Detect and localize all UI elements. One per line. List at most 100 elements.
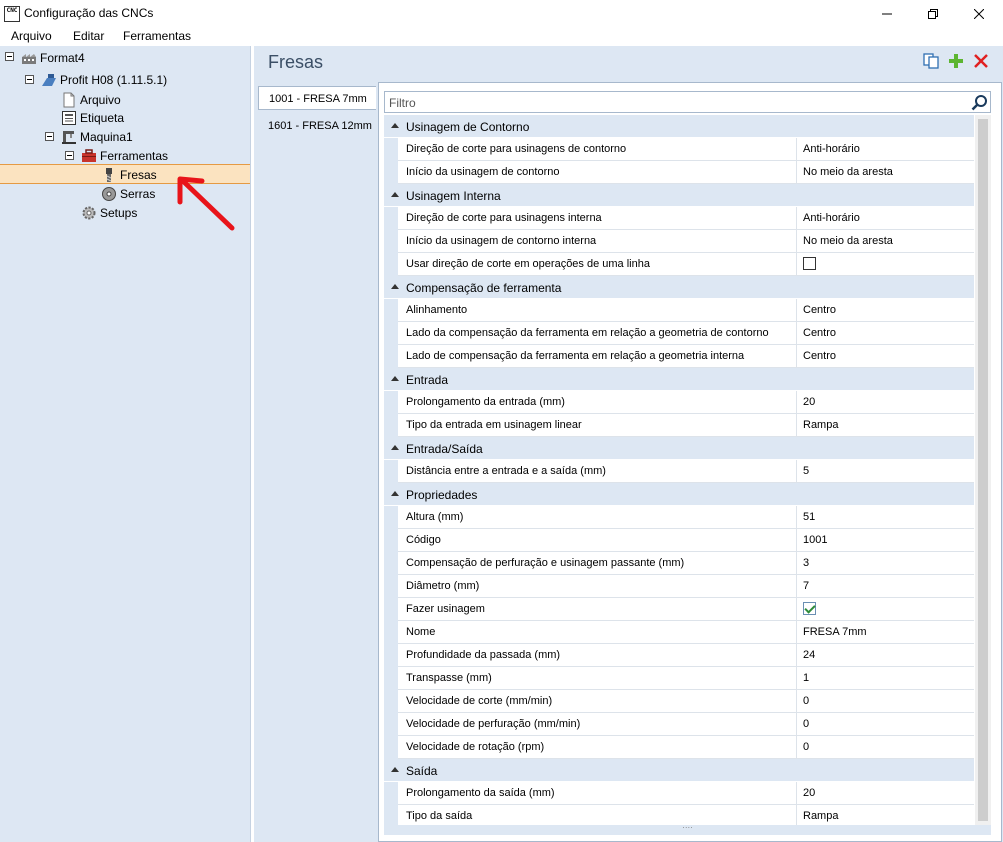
tree-collapse-toggle[interactable] xyxy=(65,151,74,160)
property-row[interactable]: Profundidade da passada (mm) 24 xyxy=(384,644,974,667)
property-value[interactable]: FRESA 7mm xyxy=(796,621,974,643)
category-row[interactable]: Propriedades xyxy=(384,483,974,506)
property-value[interactable]: 7 xyxy=(796,575,974,597)
property-value[interactable]: Centro xyxy=(796,322,974,344)
property-row[interactable]: Nome FRESA 7mm xyxy=(384,621,974,644)
property-row[interactable]: Início da usinagem de contorno interna No… xyxy=(384,230,974,253)
property-row[interactable]: Fazer usinagem xyxy=(384,598,974,621)
property-grid: Usinagem de Contorno Direção de corte par… xyxy=(384,115,974,828)
tree-item-profit[interactable]: Profit H08 (1.11.5.1) xyxy=(41,70,167,89)
property-checkbox[interactable] xyxy=(803,257,816,270)
property-row[interactable]: Distância entre a entrada e a saída (mm)… xyxy=(384,460,974,483)
list-item[interactable]: 1601 - FRESA 12mm xyxy=(258,114,376,138)
restore-button[interactable] xyxy=(910,0,956,27)
property-row[interactable]: Alinhamento Centro xyxy=(384,299,974,322)
property-row[interactable]: Direção de corte para usinagens interna A… xyxy=(384,207,974,230)
property-value[interactable]: 51 xyxy=(796,506,974,528)
property-value[interactable]: 20 xyxy=(796,391,974,413)
tree-item-ferramentas[interactable]: Ferramentas xyxy=(81,146,168,165)
tree-item-format4[interactable]: Format4 xyxy=(21,48,85,67)
tree-collapse-toggle[interactable] xyxy=(25,75,34,84)
category-row[interactable]: Compensação de ferramenta xyxy=(384,276,974,299)
property-row[interactable]: Lado de compensação da ferramenta em rel… xyxy=(384,345,974,368)
property-value[interactable] xyxy=(796,598,974,620)
chevron-up-icon[interactable] xyxy=(391,192,399,197)
category-label: Compensação de ferramenta xyxy=(406,281,562,295)
filter-input[interactable]: Filtro xyxy=(384,91,991,113)
splitter-handle[interactable]: ···· xyxy=(384,824,991,835)
category-row[interactable]: Saída xyxy=(384,759,974,782)
tree-collapse-toggle[interactable] xyxy=(45,132,54,141)
property-value[interactable]: Centro xyxy=(796,345,974,367)
property-value[interactable]: 5 xyxy=(796,460,974,482)
window-title: Configuração das CNCs xyxy=(24,6,154,20)
chevron-up-icon[interactable] xyxy=(391,491,399,496)
property-value[interactable]: 1001 xyxy=(796,529,974,551)
property-value[interactable]: Rampa xyxy=(796,805,974,827)
copy-icon[interactable] xyxy=(922,52,940,70)
property-row[interactable]: Direção de corte para usinagens de conto… xyxy=(384,138,974,161)
property-row[interactable]: Início da usinagem de contorno No meio da… xyxy=(384,161,974,184)
category-label: Entrada/Saída xyxy=(406,442,483,456)
property-value[interactable] xyxy=(796,253,974,275)
property-row[interactable]: Código 1001 xyxy=(384,529,974,552)
property-value[interactable]: Anti-horário xyxy=(796,207,974,229)
menu-ferramentas[interactable]: Ferramentas xyxy=(123,29,191,43)
tree-item-fresas[interactable]: Fresas xyxy=(101,165,157,184)
property-value[interactable]: 1 xyxy=(796,667,974,689)
property-value[interactable]: Centro xyxy=(796,299,974,321)
property-value[interactable]: 20 xyxy=(796,782,974,804)
property-row[interactable]: Diâmetro (mm) 7 xyxy=(384,575,974,598)
property-row[interactable]: Compensação de perfuração e usinagem pas… xyxy=(384,552,974,575)
category-row[interactable]: Usinagem de Contorno xyxy=(384,115,974,138)
category-row[interactable]: Entrada/Saída xyxy=(384,437,974,460)
property-value[interactable]: 24 xyxy=(796,644,974,666)
property-row[interactable]: Velocidade de perfuração (mm/min) 0 xyxy=(384,713,974,736)
property-value[interactable]: 0 xyxy=(796,690,974,712)
chevron-up-icon[interactable] xyxy=(391,767,399,772)
search-icon[interactable] xyxy=(971,94,988,111)
category-row[interactable]: Usinagem Interna xyxy=(384,184,974,207)
property-name: Velocidade de perfuração (mm/min) xyxy=(406,718,581,730)
tree-collapse-toggle[interactable] xyxy=(5,52,14,61)
property-row[interactable]: Usar direção de corte em operações de um… xyxy=(384,253,974,276)
tree-item-maquina1[interactable]: Maquina1 xyxy=(61,127,133,146)
property-value[interactable]: 0 xyxy=(796,736,974,758)
category-row[interactable]: Entrada xyxy=(384,368,974,391)
property-value[interactable]: Anti-horário xyxy=(796,138,974,160)
saw-icon xyxy=(102,186,116,201)
list-item[interactable]: 1001 - FRESA 7mm xyxy=(258,86,376,110)
property-row[interactable]: Velocidade de corte (mm/min) 0 xyxy=(384,690,974,713)
property-row[interactable]: Lado da compensação da ferramenta em rel… xyxy=(384,322,974,345)
property-value[interactable]: Rampa xyxy=(796,414,974,436)
chevron-up-icon[interactable] xyxy=(391,376,399,381)
property-value[interactable]: No meio da aresta xyxy=(796,230,974,252)
vertical-scrollbar[interactable] xyxy=(975,115,991,825)
minimize-button[interactable] xyxy=(864,0,910,27)
tree-item-etiqueta[interactable]: Etiqueta xyxy=(61,108,124,127)
tree-item-serras[interactable]: Serras xyxy=(101,184,155,203)
tree-item-setups[interactable]: Setups xyxy=(81,203,137,222)
category-label: Usinagem de Contorno xyxy=(406,120,530,134)
chevron-up-icon[interactable] xyxy=(391,445,399,450)
tree-item-label: Profit H08 (1.11.5.1) xyxy=(60,72,168,87)
property-row[interactable]: Prolongamento da saída (mm) 20 xyxy=(384,782,974,805)
menu-editar[interactable]: Editar xyxy=(73,29,104,43)
property-row[interactable]: Transpasse (mm) 1 xyxy=(384,667,974,690)
chevron-up-icon[interactable] xyxy=(391,123,399,128)
property-row[interactable]: Velocidade de rotação (rpm) 0 xyxy=(384,736,974,759)
chevron-up-icon[interactable] xyxy=(391,284,399,289)
property-value[interactable]: No meio da aresta xyxy=(796,161,974,183)
property-checkbox[interactable] xyxy=(803,602,816,615)
delete-icon[interactable] xyxy=(972,52,990,70)
property-row[interactable]: Altura (mm) 51 xyxy=(384,506,974,529)
menu-arquivo[interactable]: Arquivo xyxy=(11,29,52,43)
property-row[interactable]: Prolongamento da entrada (mm) 20 xyxy=(384,391,974,414)
tree-item-arquivo[interactable]: Arquivo xyxy=(61,90,121,109)
property-row[interactable]: Tipo da entrada em usinagem linear Rampa xyxy=(384,414,974,437)
scrollbar-thumb[interactable] xyxy=(978,119,988,821)
add-icon[interactable] xyxy=(947,52,965,70)
property-value[interactable]: 3 xyxy=(796,552,974,574)
close-button[interactable] xyxy=(956,0,1002,27)
property-value[interactable]: 0 xyxy=(796,713,974,735)
